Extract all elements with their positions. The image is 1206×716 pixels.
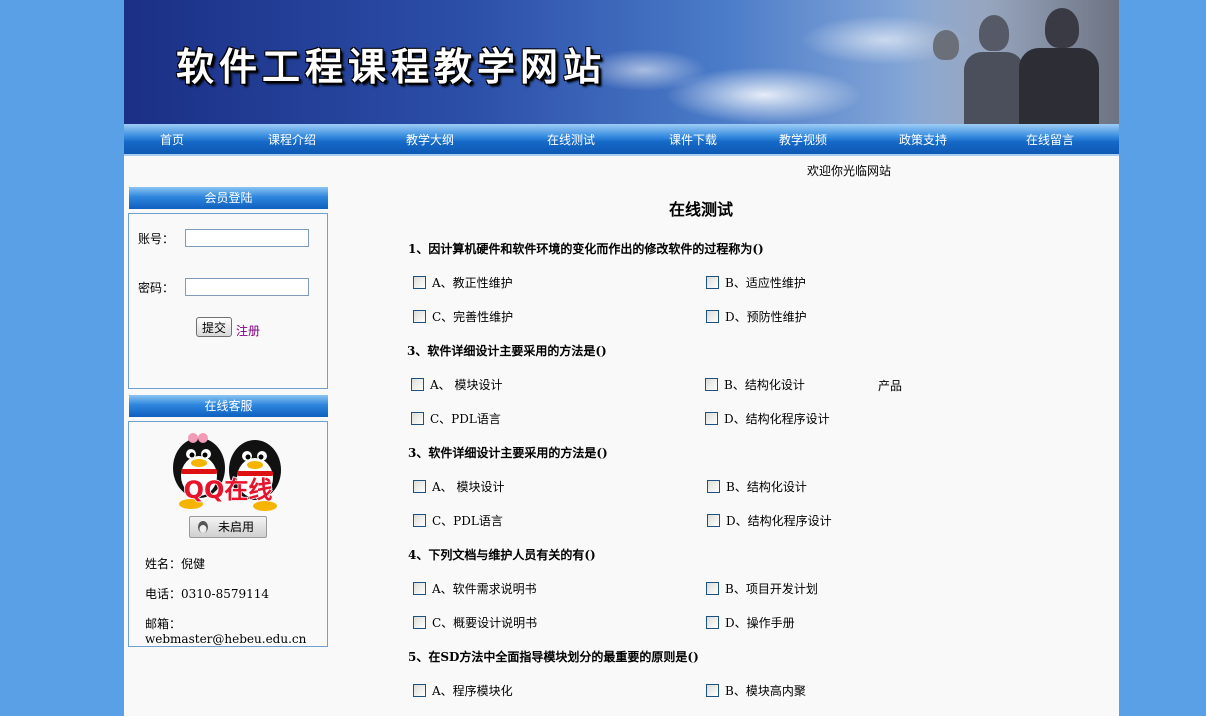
- service-header: 在线客服: [129, 395, 328, 417]
- question-1-option-d[interactable]: D、预防性维护: [706, 309, 807, 325]
- question-2: 3、软件详细设计主要采用的方法是(): [407, 344, 607, 358]
- qq-online-image: QQ在线: [173, 433, 281, 511]
- customer-service-panel: QQ在线 未启用 姓名：倪健 电话：0310-8579114 邮箱：webmas…: [128, 421, 328, 647]
- question-3-option-b[interactable]: B、结构化设计: [707, 479, 807, 495]
- login-panel: 账号： 密码： 提交 注册: [128, 213, 328, 389]
- contact-phone: 电话：0310-8579114: [145, 587, 270, 601]
- qq-online-text: QQ在线: [184, 476, 273, 504]
- checkbox[interactable]: [413, 480, 426, 493]
- page: 软件工程课程教学网站 首页 课程介绍 教学大纲 在线测试 课件下载 教学视频 政…: [124, 0, 1119, 716]
- nav-item-policy[interactable]: 政策支持: [899, 131, 947, 148]
- question-4-option-d[interactable]: D、操作手册: [706, 615, 795, 631]
- question-3: 3、软件详细设计主要采用的方法是(): [408, 446, 608, 460]
- nav-item-syllabus[interactable]: 教学大纲: [406, 131, 454, 148]
- site-banner: 软件工程课程教学网站: [124, 0, 1119, 124]
- qq-penguin-icon: [198, 521, 208, 533]
- login-header: 会员登陆: [129, 187, 328, 209]
- submit-button[interactable]: 提交: [196, 317, 232, 337]
- question-1-option-b[interactable]: B、适应性维护: [706, 275, 806, 291]
- qq-status-button[interactable]: 未启用: [189, 516, 267, 538]
- question-2-option-d[interactable]: D、结构化程序设计: [705, 411, 830, 427]
- question-5-option-b[interactable]: B、模块高内聚: [706, 683, 806, 699]
- checkbox[interactable]: [706, 276, 719, 289]
- question-1: 1、因计算机硬件和软件环境的变化而作出的修改软件的过程称为(): [408, 242, 764, 256]
- question-5: 5、在SD方法中全面指导模块划分的最重要的原则是(): [408, 650, 699, 664]
- checkbox[interactable]: [411, 378, 424, 391]
- account-input[interactable]: [185, 229, 309, 247]
- checkbox[interactable]: [413, 684, 426, 697]
- nav-item-messages[interactable]: 在线留言: [1026, 131, 1074, 148]
- question-4-option-b[interactable]: B、项目开发计划: [706, 581, 818, 597]
- question-4-option-c[interactable]: C、概要设计说明书: [413, 615, 537, 631]
- question-2-option-b[interactable]: B、结构化设计: [705, 377, 805, 393]
- nav-item-downloads[interactable]: 课件下载: [669, 131, 717, 148]
- nav-item-home[interactable]: 首页: [160, 131, 184, 148]
- password-label: 密码：: [138, 281, 175, 295]
- checkbox[interactable]: [707, 480, 720, 493]
- checkbox[interactable]: [706, 582, 719, 595]
- checkbox[interactable]: [705, 378, 718, 391]
- account-label: 账号：: [138, 232, 175, 246]
- checkbox[interactable]: [411, 412, 424, 425]
- checkbox[interactable]: [707, 514, 720, 527]
- question-4: 4、下列文档与维护人员有关的有(): [408, 548, 596, 562]
- question-1-option-a[interactable]: A、教正性维护: [413, 275, 513, 291]
- qq-status-text: 未启用: [218, 520, 255, 534]
- banner-photo: [899, 0, 1119, 124]
- contact-email: 邮箱：webmaster@hebeu.edu.cn: [145, 617, 307, 646]
- question-4-option-a[interactable]: A、软件需求说明书: [413, 581, 537, 597]
- checkbox[interactable]: [413, 616, 426, 629]
- checkbox[interactable]: [413, 276, 426, 289]
- quiz-title: 在线测试: [669, 200, 734, 219]
- question-3-option-d[interactable]: D、结构化程序设计: [707, 513, 832, 529]
- password-input[interactable]: [185, 278, 309, 296]
- question-2-option-c[interactable]: C、PDL语言: [411, 411, 501, 427]
- question-3-option-c[interactable]: C、PDL语言: [413, 513, 503, 529]
- welcome-text: 欢迎你光临网站: [807, 164, 892, 178]
- product-label: 产品: [878, 379, 903, 393]
- checkbox[interactable]: [706, 684, 719, 697]
- checkbox[interactable]: [413, 514, 426, 527]
- question-2-option-a[interactable]: A、 模块设计: [411, 377, 502, 393]
- question-5-option-a[interactable]: A、程序模块化: [413, 683, 513, 699]
- nav-item-course[interactable]: 课程介绍: [268, 131, 316, 148]
- main-nav: 首页 课程介绍 教学大纲 在线测试 课件下载 教学视频 政策支持 在线留言: [124, 124, 1119, 156]
- nav-item-online-test[interactable]: 在线测试: [547, 131, 595, 148]
- checkbox[interactable]: [413, 310, 426, 323]
- contact-name: 姓名：倪健: [145, 557, 206, 571]
- question-3-option-a[interactable]: A、 模块设计: [413, 479, 504, 495]
- checkbox[interactable]: [706, 310, 719, 323]
- checkbox[interactable]: [413, 582, 426, 595]
- nav-item-videos[interactable]: 教学视频: [779, 131, 827, 148]
- site-title: 软件工程课程教学网站: [176, 45, 607, 89]
- checkbox[interactable]: [705, 412, 718, 425]
- question-1-option-c[interactable]: C、完善性维护: [413, 309, 513, 325]
- register-link[interactable]: 注册: [236, 322, 260, 339]
- checkbox[interactable]: [706, 616, 719, 629]
